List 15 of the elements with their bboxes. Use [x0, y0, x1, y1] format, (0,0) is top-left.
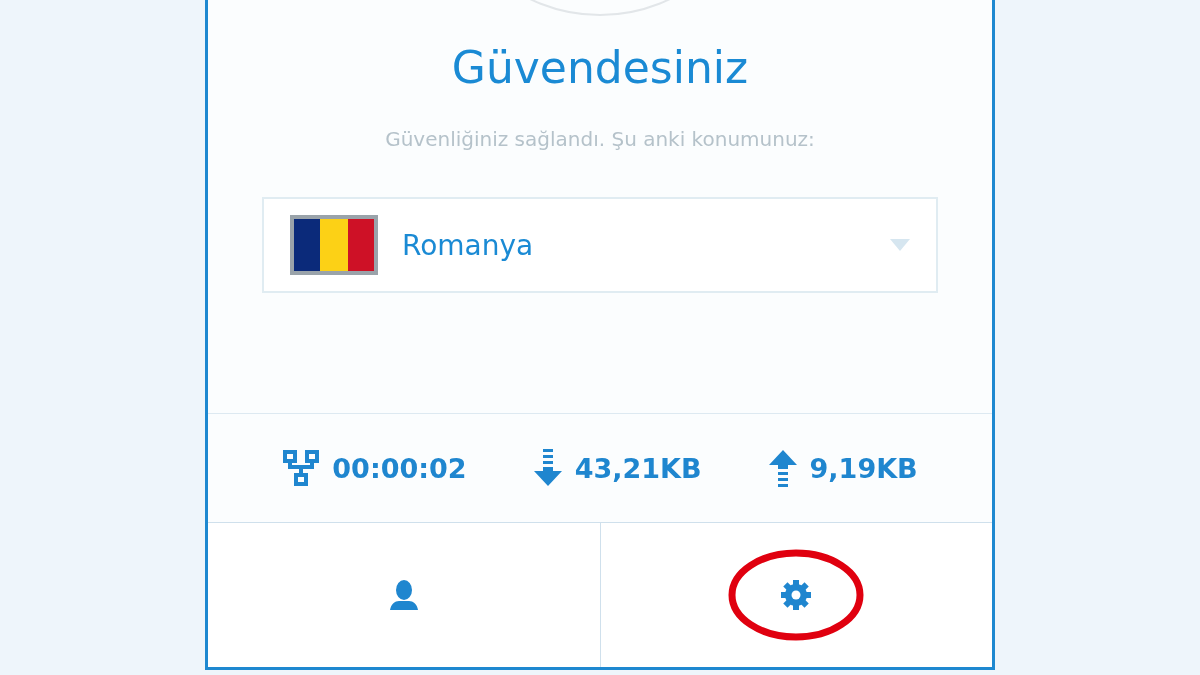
upload-arrow-icon — [767, 449, 798, 487]
settings-icon — [780, 579, 813, 611]
download-arrow-icon — [532, 449, 563, 487]
country-name: Romanya — [402, 228, 535, 262]
settings-button[interactable] — [599, 523, 992, 667]
stat-value: 9,19KB — [809, 452, 918, 484]
stat-value: 43,21KB — [574, 452, 702, 484]
user-icon — [387, 579, 420, 611]
network-icon — [282, 449, 321, 487]
status-message: Güvenliğiniz sağlandı. Şu anki konumunuz: — [385, 127, 815, 151]
stat-value: 00:00:02 — [332, 452, 467, 484]
status-title: Güvendesiniz — [451, 42, 749, 93]
location-dropdown[interactable]: Romanya — [262, 197, 938, 293]
romania-flag-icon — [290, 215, 378, 275]
caret-icon — [890, 239, 910, 251]
